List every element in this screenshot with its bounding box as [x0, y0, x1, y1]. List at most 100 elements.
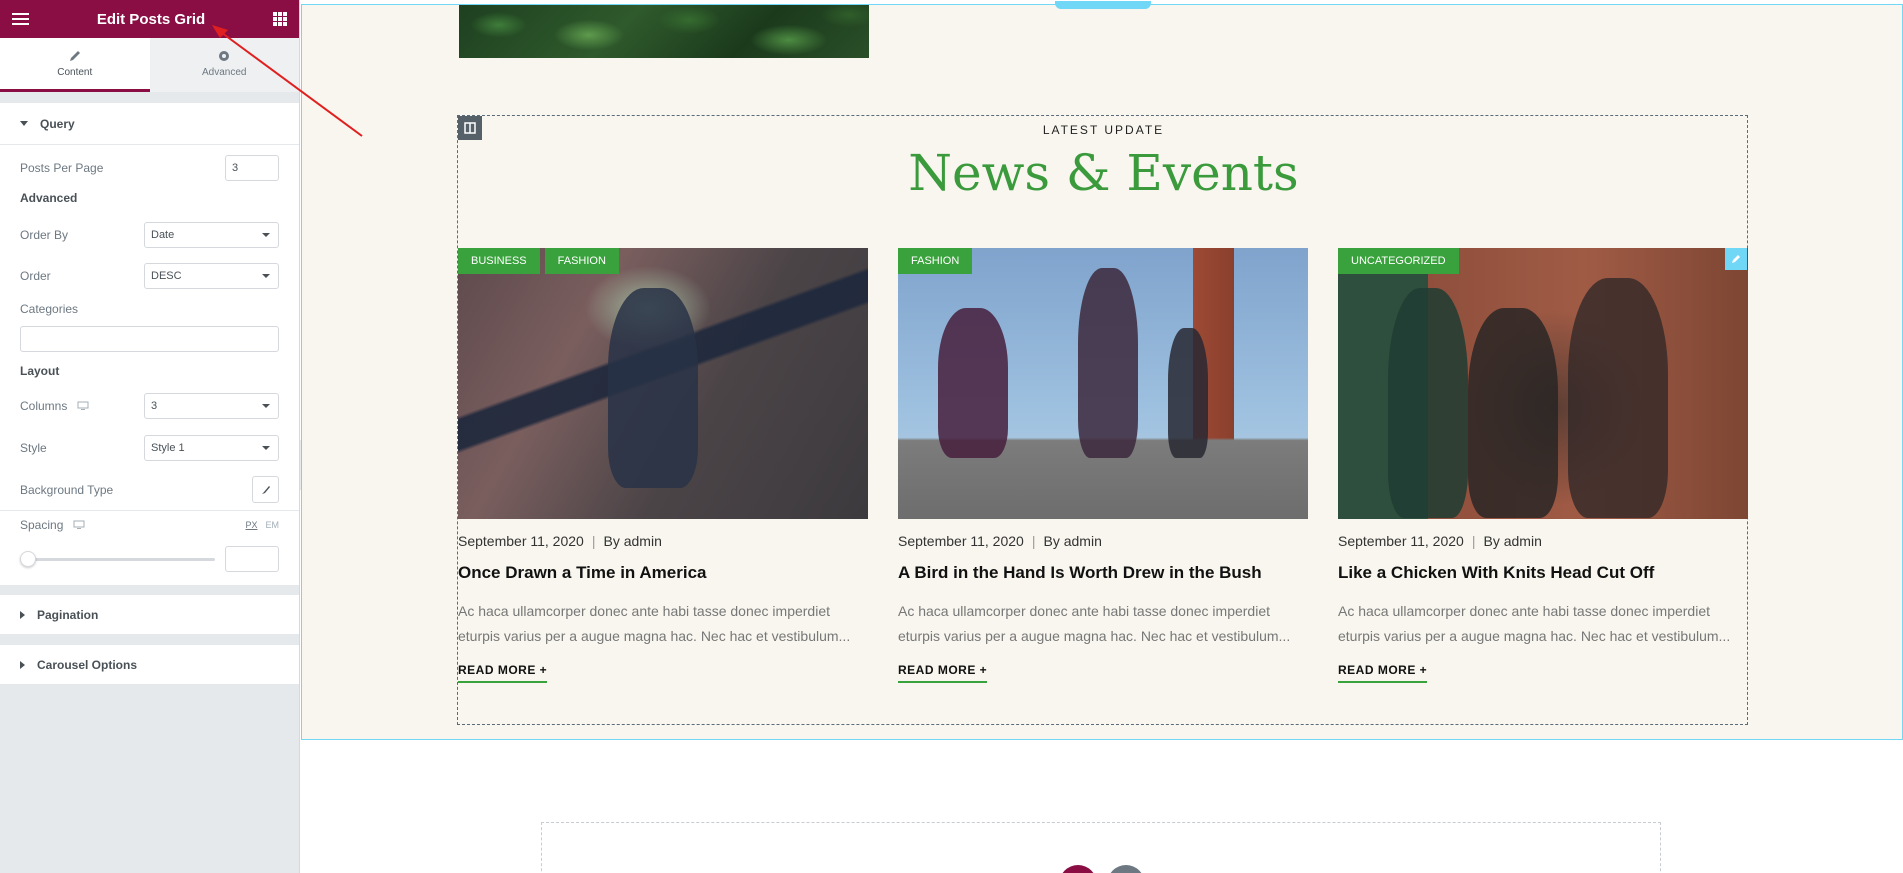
slider-handle[interactable]: [20, 551, 36, 567]
order-by-row: Order By Date: [20, 215, 279, 255]
post-author[interactable]: admin: [624, 533, 662, 549]
spacing-slider[interactable]: [20, 551, 215, 567]
category-badge[interactable]: UNCATEGORIZED: [1338, 248, 1459, 274]
post-title[interactable]: Once Drawn a Time in America: [458, 563, 868, 583]
empty-section-dropzone[interactable]: [541, 822, 1661, 873]
style-select[interactable]: Style 1: [144, 435, 279, 461]
edit-widget-icon[interactable]: [1725, 248, 1747, 270]
spacing-label-wrap: Spacing: [20, 518, 85, 532]
post-date[interactable]: September 11, 2020: [1338, 533, 1464, 549]
add-template-icon[interactable]: [1107, 865, 1145, 873]
menu-icon[interactable]: [12, 13, 29, 25]
background-type-edit-button[interactable]: [252, 476, 279, 503]
post-card: UNCATEGORIZED September 11, 2020 | By ad…: [1338, 248, 1748, 683]
columns-row: Columns 3: [20, 385, 279, 427]
by-label: By: [1483, 533, 1500, 549]
columns-label: Columns: [20, 399, 68, 413]
preview-canvas: LATEST UPDATE News & Events BUSINESS FAS…: [301, 0, 1903, 873]
query-controls: Posts Per Page 3 Advanced Order By Date …: [0, 145, 299, 585]
post-author[interactable]: admin: [1504, 533, 1542, 549]
post-author-wrap: By admin: [603, 533, 661, 549]
spacing-control-row: [20, 539, 279, 585]
post-image[interactable]: FASHION: [898, 248, 1308, 519]
unit-px[interactable]: PX: [245, 520, 257, 530]
caret-right-icon: [20, 610, 25, 619]
section-query-header[interactable]: Query: [0, 103, 299, 145]
meta-separator: |: [591, 533, 596, 549]
post-title[interactable]: A Bird in the Hand Is Worth Drew in the …: [898, 563, 1308, 583]
section-query-label: Query: [40, 116, 75, 131]
section-pagination-label: Pagination: [37, 607, 99, 622]
meta-separator: |: [1471, 533, 1476, 549]
post-image[interactable]: BUSINESS FASHION: [458, 248, 868, 519]
by-label: By: [1043, 533, 1060, 549]
background-type-row: Background Type: [0, 469, 299, 511]
section-pagination-header[interactable]: Pagination: [0, 595, 299, 635]
categories-label: Categories: [20, 302, 79, 316]
order-by-select[interactable]: Date: [144, 222, 279, 248]
category-badge[interactable]: BUSINESS: [458, 248, 540, 274]
columns-label-wrap: Columns: [20, 399, 89, 413]
post-categories: BUSINESS FASHION: [458, 248, 619, 274]
spacing-row: Spacing PX EM: [20, 511, 279, 539]
post-author-wrap: By admin: [1043, 533, 1101, 549]
post-meta: September 11, 2020 | By admin: [458, 533, 868, 549]
read-more-link[interactable]: READ MORE +: [1338, 663, 1428, 683]
post-date[interactable]: September 11, 2020: [898, 533, 1024, 549]
post-excerpt: Ac haca ullamcorper donec ante habi tass…: [898, 603, 1291, 644]
slider-track: [20, 557, 215, 561]
post-title[interactable]: Like a Chicken With Knits Head Cut Off: [1338, 563, 1748, 583]
desktop-icon[interactable]: [77, 401, 89, 411]
columns-select[interactable]: 3: [144, 393, 279, 419]
tab-content-label: Content: [57, 67, 93, 78]
post-image[interactable]: UNCATEGORIZED: [1338, 248, 1748, 519]
order-by-value: Date: [151, 229, 175, 241]
post-card: FASHION September 11, 2020 | By admin A …: [898, 248, 1308, 683]
posts-per-page-label: Posts Per Page: [20, 161, 104, 175]
by-label: By: [603, 533, 620, 549]
tab-advanced[interactable]: Advanced: [149, 38, 299, 92]
widgets-grid-icon[interactable]: [272, 12, 287, 26]
order-select[interactable]: DESC: [144, 263, 279, 289]
read-more-link[interactable]: READ MORE +: [458, 663, 548, 683]
post-excerpt: Ac haca ullamcorper donec ante habi tass…: [1338, 603, 1731, 644]
style-label: Style: [20, 441, 47, 455]
meta-separator: |: [1031, 533, 1036, 549]
runner-figure: [608, 288, 698, 488]
post-meta: September 11, 2020 | By admin: [898, 533, 1308, 549]
caret-down-icon: [20, 121, 28, 126]
layout-subhead: Layout: [20, 364, 60, 378]
category-badge[interactable]: FASHION: [544, 248, 619, 274]
tab-content[interactable]: Content: [0, 38, 150, 92]
woman-figure: [1388, 288, 1468, 518]
desktop-icon[interactable]: [73, 520, 85, 530]
post-card: BUSINESS FASHION September 11, 2020 | By…: [458, 248, 868, 683]
columns-value: 3: [151, 400, 158, 412]
post-excerpt: Ac haca ullamcorper donec ante habi tass…: [458, 603, 851, 644]
posts-grid-widget[interactable]: LATEST UPDATE News & Events BUSINESS FAS…: [457, 115, 1748, 725]
section-handle[interactable]: [1055, 1, 1151, 9]
category-badge[interactable]: FASHION: [898, 248, 973, 274]
posts-per-page-input[interactable]: 3: [225, 155, 279, 181]
spacing-input[interactable]: [225, 546, 279, 572]
section-carousel-header[interactable]: Carousel Options: [0, 645, 299, 685]
dropdown-arrow-icon: [262, 446, 270, 450]
read-more-link[interactable]: READ MORE +: [898, 663, 988, 683]
post-date[interactable]: September 11, 2020: [458, 533, 584, 549]
unit-em[interactable]: EM: [266, 520, 280, 530]
selected-section[interactable]: LATEST UPDATE News & Events BUSINESS FAS…: [301, 1, 1903, 740]
dropdown-arrow-icon: [262, 233, 270, 237]
categories-input[interactable]: [20, 326, 279, 352]
brush-icon: [261, 485, 270, 494]
add-section-icon[interactable]: [1059, 865, 1097, 873]
order-by-label: Order By: [20, 228, 69, 242]
panel-tabs: Content Advanced: [0, 38, 299, 93]
post-author[interactable]: admin: [1064, 533, 1102, 549]
app-root: Edit Posts Grid Content Advanced Query P…: [0, 0, 1903, 873]
post-meta: September 11, 2020 | By admin: [1338, 533, 1748, 549]
categories-row: [20, 321, 279, 357]
order-label: Order: [20, 269, 51, 283]
style-row: Style Style 1: [20, 427, 279, 469]
unit-switcher: PX EM: [245, 520, 279, 530]
panel-title: Edit Posts Grid: [96, 10, 206, 28]
